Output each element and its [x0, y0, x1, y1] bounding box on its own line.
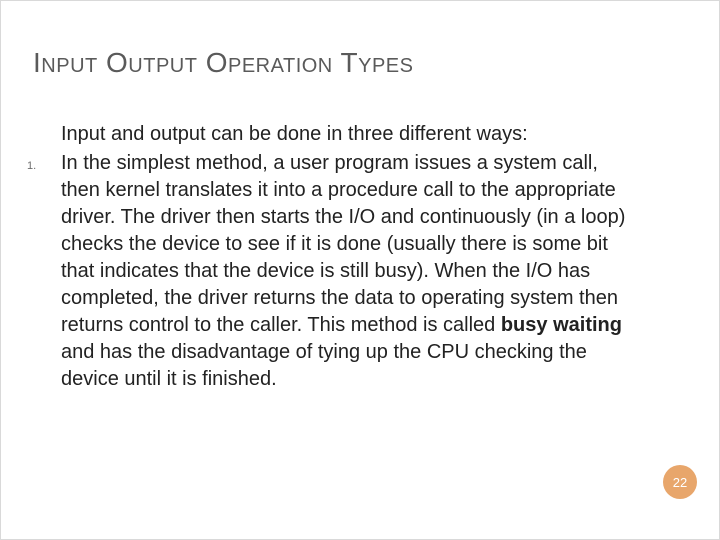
item-text-post: and has the disadvantage of tying up the…: [61, 341, 587, 390]
item-text-pre: In the simplest method, a user program i…: [61, 152, 625, 336]
slide: Input Output Operation Types Input and o…: [0, 0, 720, 540]
list-number: 1.: [27, 150, 61, 393]
slide-title: Input Output Operation Types: [33, 47, 414, 79]
list-item-text: In the simplest method, a user program i…: [61, 150, 641, 393]
page-number-badge: 22: [663, 465, 697, 499]
list-item: 1. In the simplest method, a user progra…: [61, 150, 641, 393]
slide-body: Input and output can be done in three di…: [61, 121, 641, 393]
page-number: 22: [673, 475, 687, 490]
item-text-bold: busy waiting: [501, 314, 622, 336]
intro-text: Input and output can be done in three di…: [61, 121, 641, 148]
